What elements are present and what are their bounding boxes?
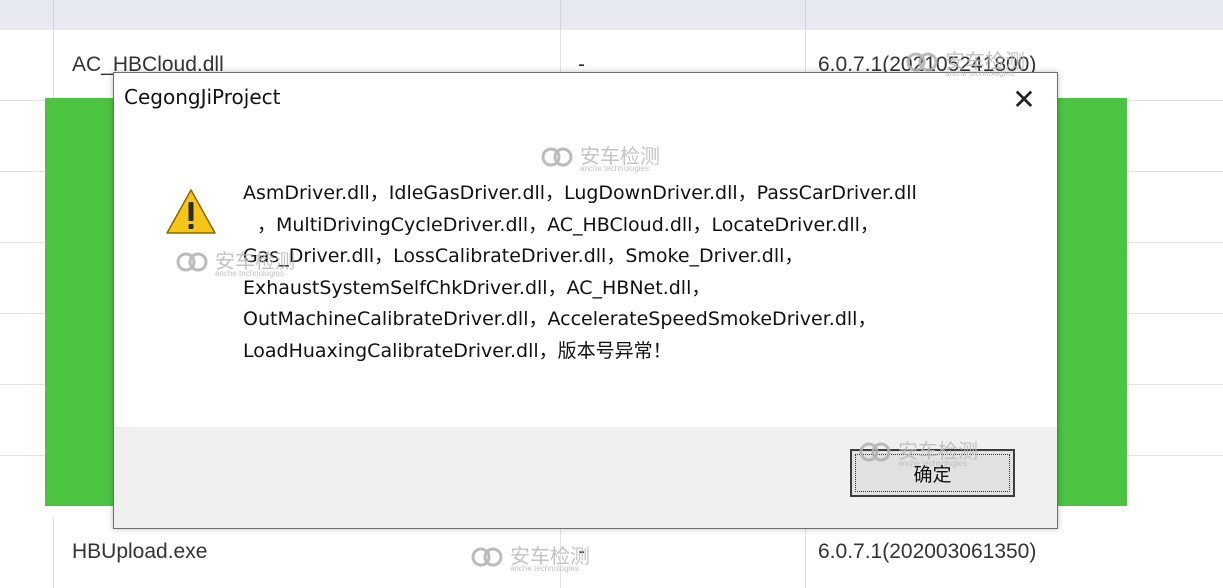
message-line: LoadHuaxingCalibrateDriver.dll，版本号异常！ [243, 339, 672, 362]
message-line: OutMachineCalibrateDriver.dll，Accelerate… [243, 308, 877, 330]
table-header [0, 0, 1223, 31]
warning-icon [166, 189, 216, 234]
message-line: AsmDriver.dll，IdleGasDriver.dll，LugDownD… [243, 182, 917, 204]
message-line: ，MultiDrivingCycleDriver.dll，AC_HBCloud.… [257, 213, 879, 236]
ok-button-label: 确定 [913, 463, 952, 486]
dialog-footer: 确定 [114, 427, 1057, 528]
message-dialog: CegongJiProject ✕ AsmDriver.dll，IdleGasD… [113, 72, 1058, 529]
dialog-title: CegongJiProject [124, 85, 281, 109]
message-line: Gas_Driver.dll，LossCalibrateDriver.dll，S… [243, 245, 804, 267]
ok-button[interactable]: 确定 [850, 449, 1015, 497]
message-line: ExhaustSystemSelfChkDriver.dll，AC_HBNet.… [243, 276, 711, 299]
dialog-message: AsmDriver.dll，IdleGasDriver.dll，LugDownD… [243, 178, 1013, 367]
close-button[interactable]: ✕ [1009, 85, 1039, 115]
